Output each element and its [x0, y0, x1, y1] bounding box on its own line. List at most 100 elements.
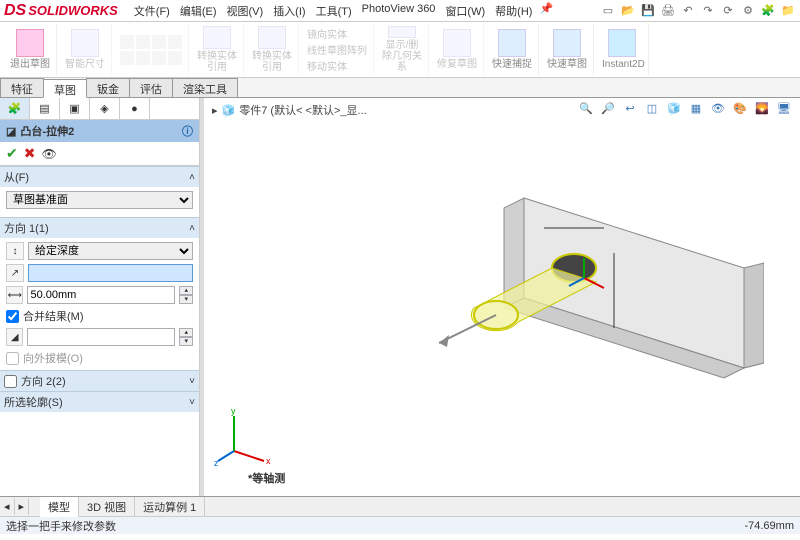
draft-outward-checkbox[interactable]: 向外拔模(O)	[6, 350, 193, 366]
view-settings-icon[interactable]: 🖥	[776, 100, 792, 116]
draft-icon[interactable]: ◢	[6, 328, 23, 346]
cancel-button[interactable]: ✖	[24, 145, 36, 162]
draft-angle-input[interactable]	[27, 328, 175, 346]
view-orientation-icon[interactable]: 🧊	[666, 100, 682, 116]
feature-manager-tab[interactable]: 🧩	[0, 98, 30, 119]
end-condition-select[interactable]: 给定深度	[28, 242, 193, 260]
dir2-section-header[interactable]: 方向 2(2) ˅	[0, 370, 199, 391]
line-icon[interactable]	[120, 35, 134, 49]
bottom-tab-3dview[interactable]: 3D 视图	[79, 497, 135, 517]
new-icon[interactable]: ▭	[600, 3, 616, 19]
reverse-direction-icon[interactable]: ↕	[6, 242, 24, 260]
assembly-icon[interactable]: 🧩	[760, 3, 776, 19]
depth-spinner[interactable]: ▴ ▾	[179, 286, 193, 304]
ok-button[interactable]: ✔	[6, 145, 18, 162]
tab-sketch[interactable]: 草图	[43, 79, 87, 98]
graphics-viewport[interactable]: ▸ 🧊 零件7 (默认< <默认>_显... 🔍 🔎 ↩ ◫ 🧊 ▦ 👁 🎨 🌄…	[204, 98, 800, 496]
open-icon[interactable]: 📂	[620, 3, 636, 19]
section-view-icon[interactable]: ◫	[644, 100, 660, 116]
spline-icon[interactable]	[120, 51, 134, 65]
ribbon-exit-sketch[interactable]: 退出草图	[4, 24, 57, 75]
display-manager-tab[interactable]: ●	[120, 98, 150, 119]
undo-icon[interactable]: ↶	[680, 3, 696, 19]
from-section-header[interactable]: 从(F) ˄	[0, 166, 199, 187]
flyout-tree[interactable]: ▸ 🧊 零件7 (默认< <默认>_显...	[212, 102, 367, 118]
tab-evaluate[interactable]: 评估	[129, 78, 173, 97]
circle-icon[interactable]	[136, 35, 150, 49]
reference-triad[interactable]: x y z	[214, 406, 274, 466]
arc-icon[interactable]	[152, 35, 166, 49]
apply-scene-icon[interactable]: 🌄	[754, 100, 770, 116]
menu-insert[interactable]: 插入(I)	[269, 1, 309, 21]
depth-icon[interactable]: ⟷	[6, 286, 23, 304]
ribbon-smart-dim[interactable]: 智能尺寸	[59, 24, 112, 75]
menu-view[interactable]: 视图(V)	[223, 1, 268, 21]
rebuild-icon[interactable]: ⟳	[720, 3, 736, 19]
polygon-icon[interactable]	[168, 51, 182, 65]
contours-section-header[interactable]: 所选轮廓(S) ˅	[0, 391, 199, 412]
merge-checkbox-input[interactable]	[6, 310, 19, 323]
direction-vector-icon[interactable]: ↗	[6, 264, 24, 282]
dimxpert-tab[interactable]: ◈	[90, 98, 120, 119]
ribbon-offset[interactable]: 转换实体引用	[246, 24, 299, 75]
zoom-area-icon[interactable]: 🔎	[600, 100, 616, 116]
ellipse-icon[interactable]	[136, 51, 150, 65]
from-condition-select[interactable]: 草图基准面	[6, 191, 193, 209]
ribbon-repair[interactable]: 修复草图	[431, 24, 484, 75]
previous-view-icon[interactable]: ↩	[622, 100, 638, 116]
ribbon-mirror[interactable]: 镜向实体	[307, 26, 367, 41]
rect-icon[interactable]	[168, 35, 182, 49]
spin-up-icon[interactable]: ▴	[179, 328, 193, 337]
pin-icon[interactable]: 📌	[538, 1, 554, 17]
plate-right-face[interactable]	[744, 263, 764, 368]
ribbon-display-relations[interactable]: 显示/删除几何关系	[376, 24, 429, 75]
bottom-tab-motion[interactable]: 运动算例 1	[135, 497, 205, 517]
depth-input[interactable]	[27, 286, 175, 304]
spin-down-icon[interactable]: ▾	[179, 337, 193, 346]
menu-edit[interactable]: 编辑(E)	[176, 1, 221, 21]
config-manager-tab[interactable]: ▣	[60, 98, 90, 119]
help-icon[interactable]: ⓘ	[182, 123, 193, 139]
menu-window[interactable]: 窗口(W)	[441, 1, 489, 21]
merge-result-checkbox[interactable]: 合并结果(M)	[6, 308, 193, 324]
tab-render[interactable]: 渲染工具	[172, 78, 238, 97]
direction-reference-input[interactable]	[28, 264, 193, 282]
ribbon-sketch-tools[interactable]	[114, 24, 189, 75]
slot-icon[interactable]	[152, 51, 166, 65]
menu-help[interactable]: 帮助(H)	[491, 1, 536, 21]
property-manager-tab[interactable]: ▤	[30, 98, 60, 119]
save-icon[interactable]: 💾	[640, 3, 656, 19]
draft-outward-input[interactable]	[6, 352, 19, 365]
ribbon-rapid-sketch[interactable]: 快速草图	[541, 24, 594, 75]
draft-spinner[interactable]: ▴ ▾	[179, 328, 193, 346]
menu-tools[interactable]: 工具(T)	[312, 1, 356, 21]
ribbon-linear-pattern[interactable]: 线性草图阵列	[307, 42, 367, 57]
redo-icon[interactable]: ↷	[700, 3, 716, 19]
hide-show-icon[interactable]: 👁	[710, 100, 726, 116]
menu-photoview[interactable]: PhotoView 360	[358, 1, 440, 21]
display-style-icon[interactable]: ▦	[688, 100, 704, 116]
tab-nav-prev[interactable]: ◂	[0, 498, 15, 515]
tab-feature[interactable]: 特征	[0, 78, 44, 97]
folder-icon[interactable]: 📁	[780, 3, 796, 19]
menu-file[interactable]: 文件(F)	[130, 1, 174, 21]
edit-appearance-icon[interactable]: 🎨	[732, 100, 748, 116]
detailed-preview-icon[interactable]: 👁	[41, 147, 56, 161]
dir2-enable-checkbox[interactable]	[4, 375, 17, 388]
ribbon-move[interactable]: 移动实体	[307, 58, 367, 73]
drag-handle-arrow-icon[interactable]	[439, 335, 449, 347]
ribbon-instant2d[interactable]: Instant2D	[596, 24, 649, 75]
tab-sheetmetal[interactable]: 钣金	[86, 78, 130, 97]
ribbon-convert[interactable]: 转换实体引用	[191, 24, 244, 75]
spin-down-icon[interactable]: ▾	[179, 295, 193, 304]
model-view[interactable]	[264, 138, 764, 458]
zoom-fit-icon[interactable]: 🔍	[578, 100, 594, 116]
print-icon[interactable]: 🖨	[660, 3, 676, 19]
ribbon-quick-snap[interactable]: 快速捕捉	[486, 24, 539, 75]
bottom-tab-model[interactable]: 模型	[40, 497, 79, 517]
dir1-section-header[interactable]: 方向 1(1) ˄	[0, 217, 199, 238]
spin-up-icon[interactable]: ▴	[179, 286, 193, 295]
tab-nav-next[interactable]: ▸	[15, 498, 30, 515]
settings-icon[interactable]: ⚙	[740, 3, 756, 19]
expand-icon[interactable]: ▸	[212, 104, 218, 117]
